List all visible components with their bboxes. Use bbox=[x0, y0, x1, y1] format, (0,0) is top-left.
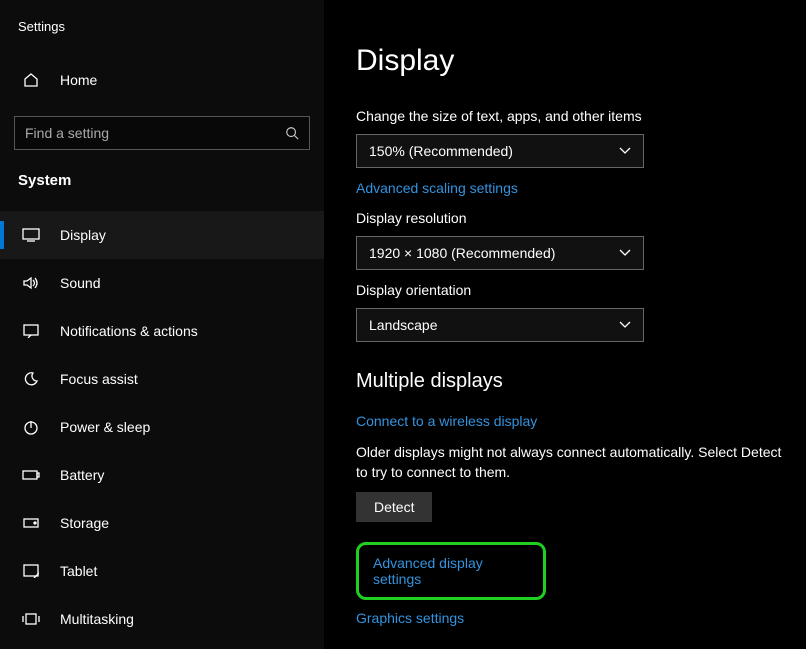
advanced-display-settings-link[interactable]: Advanced display settings bbox=[373, 555, 529, 587]
sidebar-item-display[interactable]: Display bbox=[0, 211, 324, 259]
home-icon bbox=[20, 72, 42, 88]
sidebar-item-label: Display bbox=[60, 227, 106, 243]
sidebar-item-label: Sound bbox=[60, 275, 100, 291]
scale-label: Change the size of text, apps, and other… bbox=[356, 108, 796, 124]
sidebar: Settings Home System bbox=[0, 0, 324, 649]
sidebar-item-label: Battery bbox=[60, 467, 104, 483]
sidebar-item-label: Tablet bbox=[60, 563, 97, 579]
search-box[interactable] bbox=[14, 116, 310, 150]
display-icon bbox=[20, 228, 42, 242]
sidebar-item-label: Notifications & actions bbox=[60, 323, 198, 339]
home-button[interactable]: Home bbox=[0, 58, 324, 102]
search-icon bbox=[285, 126, 299, 140]
advanced-scaling-link[interactable]: Advanced scaling settings bbox=[356, 180, 518, 196]
chevron-down-icon bbox=[619, 249, 631, 257]
resolution-label: Display resolution bbox=[356, 210, 796, 226]
resolution-select[interactable]: 1920 × 1080 (Recommended) bbox=[356, 236, 644, 270]
storage-icon bbox=[20, 518, 42, 528]
main-panel: Display Change the size of text, apps, a… bbox=[324, 0, 806, 649]
sound-icon bbox=[20, 276, 42, 290]
sidebar-item-focus-assist[interactable]: Focus assist bbox=[0, 355, 324, 403]
multiple-displays-heading: Multiple displays bbox=[356, 370, 796, 393]
orientation-label: Display orientation bbox=[356, 282, 796, 298]
multitasking-icon bbox=[20, 613, 42, 625]
sidebar-item-label: Storage bbox=[60, 515, 109, 531]
highlight-annotation: Advanced display settings bbox=[356, 542, 546, 600]
resolution-value: 1920 × 1080 (Recommended) bbox=[369, 245, 555, 261]
wireless-display-link[interactable]: Connect to a wireless display bbox=[356, 413, 537, 429]
sidebar-item-power-sleep[interactable]: Power & sleep bbox=[0, 403, 324, 451]
battery-icon bbox=[20, 470, 42, 480]
search-input[interactable] bbox=[25, 125, 285, 141]
scale-select[interactable]: 150% (Recommended) bbox=[356, 134, 644, 168]
sidebar-item-sound[interactable]: Sound bbox=[0, 259, 324, 307]
tablet-icon bbox=[20, 564, 42, 578]
page-title: Display bbox=[356, 44, 796, 78]
sidebar-item-label: Focus assist bbox=[60, 371, 138, 387]
home-label: Home bbox=[60, 72, 97, 88]
chevron-down-icon bbox=[619, 321, 631, 329]
orientation-value: Landscape bbox=[369, 317, 438, 333]
sidebar-item-storage[interactable]: Storage bbox=[0, 499, 324, 547]
sidebar-item-multitasking[interactable]: Multitasking bbox=[0, 595, 324, 643]
app-title: Settings bbox=[0, 12, 324, 40]
sidebar-item-notifications[interactable]: Notifications & actions bbox=[0, 307, 324, 355]
sidebar-item-label: Power & sleep bbox=[60, 419, 150, 435]
sidebar-item-battery[interactable]: Battery bbox=[0, 451, 324, 499]
nav-list: Display Sound Notifications & actions bbox=[0, 211, 324, 643]
detect-description: Older displays might not always connect … bbox=[356, 443, 796, 482]
power-icon bbox=[20, 419, 42, 435]
orientation-select[interactable]: Landscape bbox=[356, 308, 644, 342]
graphics-settings-link[interactable]: Graphics settings bbox=[356, 610, 464, 626]
sidebar-item-label: Multitasking bbox=[60, 611, 134, 627]
sidebar-item-tablet[interactable]: Tablet bbox=[0, 547, 324, 595]
notifications-icon bbox=[20, 324, 42, 338]
category-label: System bbox=[0, 150, 324, 199]
focus-assist-icon bbox=[20, 371, 42, 387]
scale-value: 150% (Recommended) bbox=[369, 143, 513, 159]
chevron-down-icon bbox=[619, 147, 631, 155]
detect-button[interactable]: Detect bbox=[356, 492, 432, 522]
